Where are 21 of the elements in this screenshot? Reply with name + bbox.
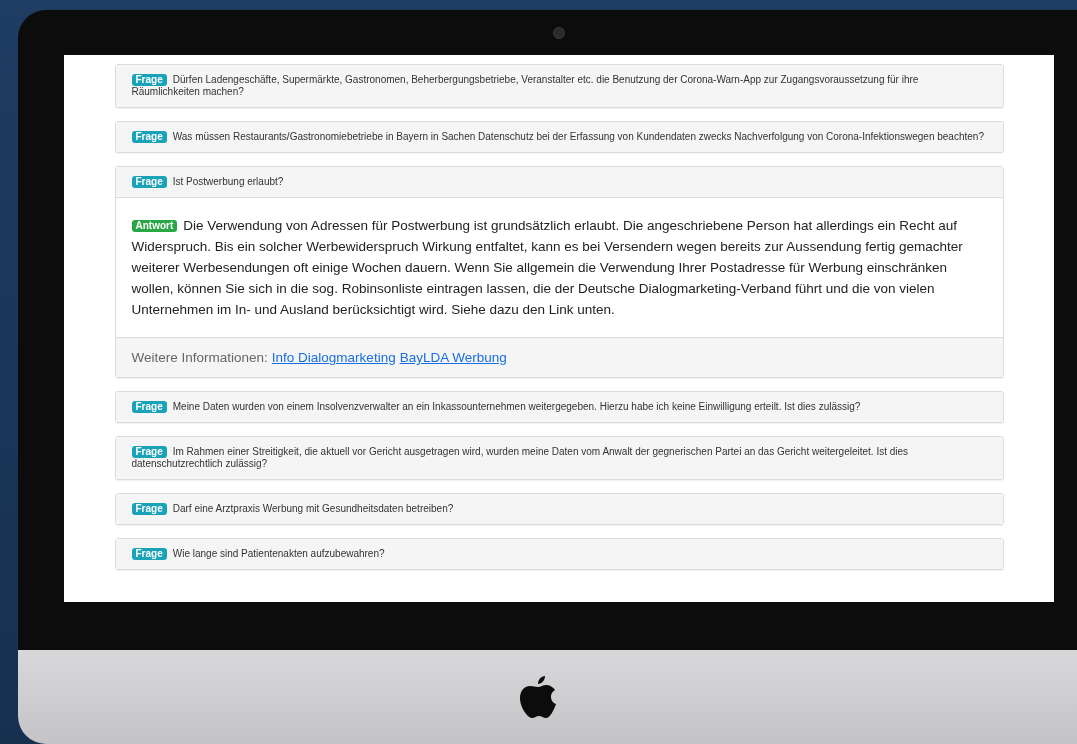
question-header[interactable]: Frage Wie lange sind Patientenakten aufzubewahren?: [115, 539, 1003, 569]
more-info-label: Weitere Informationen:: [131, 349, 268, 366]
question-badge: Frage: [131, 74, 167, 86]
question-badge: Frage: [131, 446, 167, 458]
answer-badge: Antwort: [131, 220, 178, 232]
question-header[interactable]: Frage Ist Postwerbung erlaubt?: [115, 167, 1003, 198]
answer-text: Antwort Die Verwendung von Adressen für Postwerbung ist grundsätzlich erlaubt. Die angeschriebene Person hat allerdings ein Recht auf Widerspruch. Bis ein solcher Werbewiderspruch Wirkung entfaltet, kann es bei Versendern wegen bereits zur Aussendung fertig gemachter weiterer Werbesendungen oft einige Wochen dauern. Wenn Sie allgemein die Verwendung Ihrer Postadresse für Werbung einschränken wollen, können Sie sich in die sog. Robinsonliste eintragen lassen, die der Deutsche Dialogmarketing-Verband führt und die von vielen Unternehmen im In- und Ausland berücksichtigt wird. Siehe dazu den Link unten.: [130, 217, 964, 319]
question-header[interactable]: Frage Dürfen Ladengeschäfte, Supermärkte, Gastronomen, Beherbergungsbetriebe, Veranstalter etc. die Benutzung der Corona-Warn-App zur Zugangsvoraussetzung für ihre Räumlichkeiten machen?: [115, 65, 1003, 107]
question-header[interactable]: Frage Was müssen Restaurants/Gastronomiebetriebe in Bayern in Sachen Datenschutz bei der Erfassung von Kundendaten zwecks Nachverfolgung von Corona-Infektionswegen beachten?: [115, 122, 1003, 152]
question-badge: Frage: [131, 401, 167, 413]
question-badge: Frage: [131, 548, 167, 560]
question-badge: Frage: [131, 131, 167, 143]
question-badge: Frage: [131, 176, 167, 188]
info-link[interactable]: Info Dialogmarketing: [271, 349, 396, 366]
question-header[interactable]: Frage Im Rahmen einer Streitigkeit, die aktuell vor Gericht ausgetragen wird, wurden meine Daten vom Anwalt der gegnerischen Partei an das Gericht weitergeleitet. Ist dies datenschutzrechtlich zulässig?: [115, 437, 1003, 479]
question-header[interactable]: Frage Meine Daten wurden von einem Insolvenzverwalter an ein Inkassounternehmen weitergegeben. Hierzu habe ich keine Einwilligung erteilt. Ist dies zulässig?: [115, 392, 1003, 422]
info-link[interactable]: BayLDA Werbung: [399, 349, 507, 366]
question-header[interactable]: Frage Darf eine Arztpraxis Werbung mit Gesundheitsdaten betreiben?: [115, 494, 1003, 524]
camera-icon: [553, 27, 565, 39]
apple-icon: [519, 674, 557, 720]
question-badge: Frage: [131, 503, 167, 515]
